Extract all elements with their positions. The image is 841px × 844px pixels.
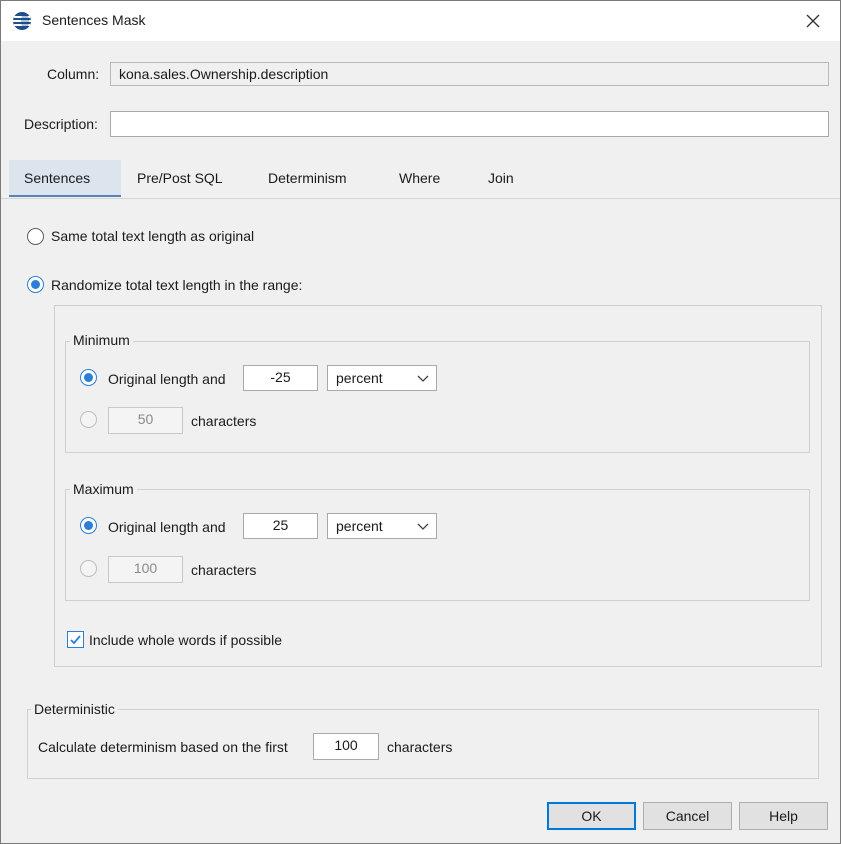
- same-length-label: Same total text length as original: [51, 228, 255, 244]
- tab-sentences[interactable]: Sentences: [9, 160, 121, 197]
- minimum-original-radio[interactable]: [80, 369, 97, 386]
- chevron-down-icon: [417, 523, 429, 530]
- maximum-chars-label: characters: [191, 562, 257, 578]
- minimum-title: Minimum: [70, 332, 133, 348]
- maximum-unit-value: percent: [336, 518, 383, 534]
- dialog-title: Sentences Mask: [42, 12, 146, 28]
- minimum-unit-select[interactable]: percent: [327, 365, 437, 391]
- sentences-mask-dialog: Sentences Mask Column: kona.sales.Owners…: [0, 0, 841, 844]
- tab-join[interactable]: Join: [473, 160, 529, 197]
- cancel-button[interactable]: Cancel: [643, 802, 732, 830]
- minimum-original-label: Original length and: [108, 371, 226, 387]
- determinism-chars-input[interactable]: 100: [313, 733, 379, 760]
- maximum-unit-select[interactable]: percent: [327, 513, 437, 539]
- maximum-title: Maximum: [70, 481, 137, 497]
- minimum-chars-label: characters: [191, 413, 257, 429]
- whole-words-checkbox[interactable]: [67, 631, 84, 648]
- whole-words-label: Include whole words if possible: [89, 632, 282, 648]
- minimum-chars-input[interactable]: 50: [108, 407, 183, 434]
- description-input[interactable]: [110, 111, 829, 137]
- tab-determinism[interactable]: Determinism: [253, 160, 362, 197]
- determinism-prefix-label: Calculate determinism based on the first: [38, 739, 288, 755]
- chevron-down-icon: [417, 375, 429, 382]
- minimum-offset-input[interactable]: -25: [243, 365, 318, 391]
- maximum-original-label: Original length and: [108, 519, 226, 535]
- column-field: kona.sales.Ownership.description: [110, 62, 829, 86]
- ok-button[interactable]: OK: [547, 802, 636, 830]
- minimum-group: [65, 341, 810, 453]
- same-length-radio[interactable]: [27, 228, 44, 245]
- checkmark-icon: [70, 635, 81, 645]
- column-label: Column:: [47, 66, 100, 82]
- title-bar: Sentences Mask: [1, 1, 840, 41]
- close-icon: [806, 14, 820, 28]
- close-button[interactable]: [796, 7, 830, 35]
- determinism-suffix-label: characters: [387, 739, 453, 755]
- maximum-offset-input[interactable]: 25: [243, 513, 318, 539]
- maximum-group: [65, 489, 810, 601]
- help-button[interactable]: Help: [739, 802, 828, 830]
- maximum-chars-radio[interactable]: [80, 560, 97, 577]
- deterministic-title: Deterministic: [31, 701, 118, 717]
- tab-pre-post-sql[interactable]: Pre/Post SQL: [122, 160, 238, 197]
- randomize-radio[interactable]: [27, 276, 44, 293]
- database-icon: [13, 12, 31, 30]
- maximum-chars-input[interactable]: 100: [108, 556, 183, 583]
- minimum-chars-radio[interactable]: [80, 411, 97, 428]
- maximum-original-radio[interactable]: [80, 517, 97, 534]
- minimum-unit-value: percent: [336, 370, 383, 386]
- tab-bar: Sentences Pre/Post SQL Determinism Where…: [1, 160, 840, 199]
- randomize-label: Randomize total text length in the range…: [51, 277, 303, 293]
- tab-where[interactable]: Where: [384, 160, 455, 197]
- description-label: Description:: [24, 116, 98, 132]
